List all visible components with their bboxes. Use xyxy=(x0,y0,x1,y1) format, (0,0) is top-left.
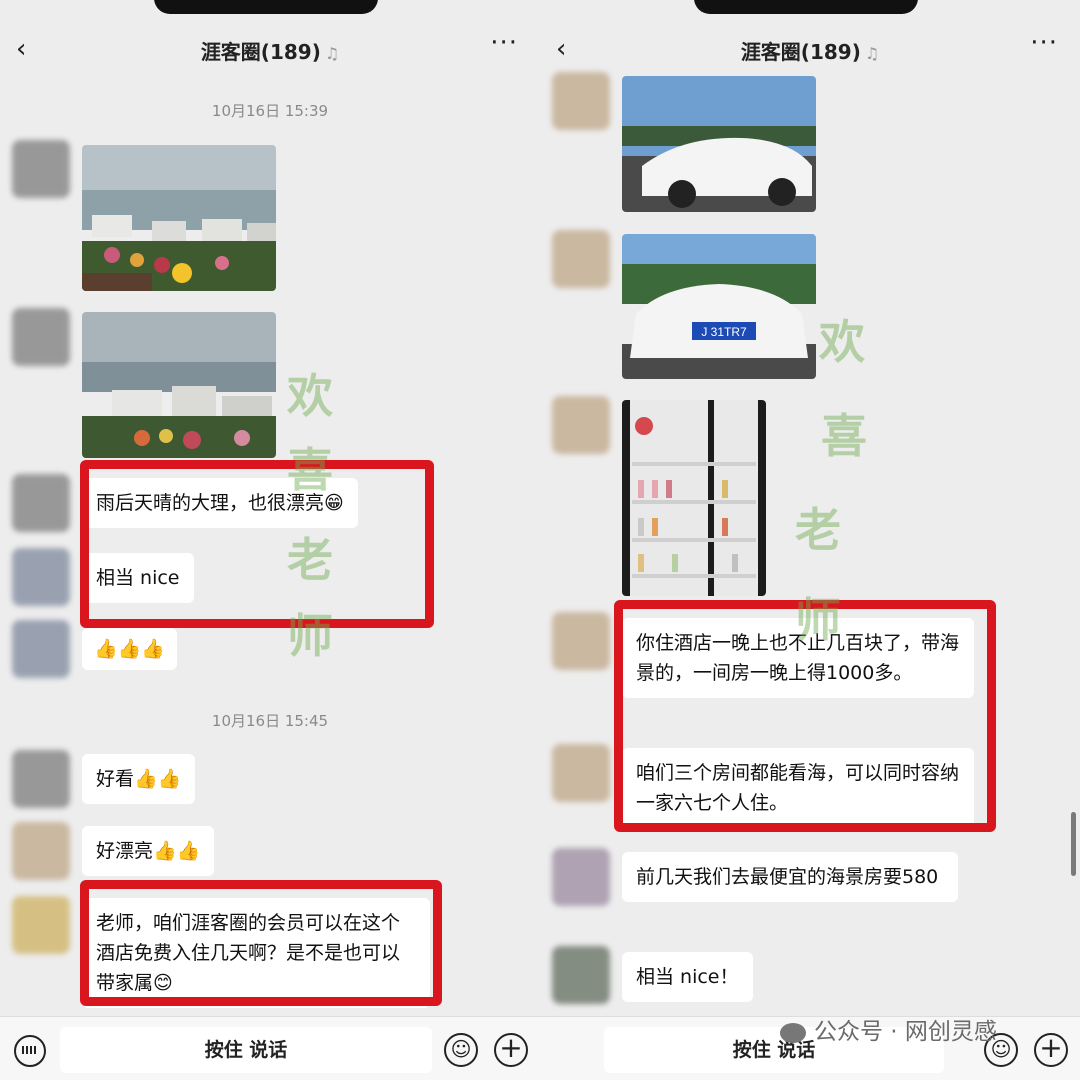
lake-photo xyxy=(82,312,276,458)
mute-icon: ♫ xyxy=(864,44,880,63)
avatar[interactable] xyxy=(552,744,610,802)
image-message-car-front[interactable]: J 31TR7 xyxy=(622,234,816,379)
more-icon[interactable]: ··· xyxy=(1030,30,1058,56)
lake-photo xyxy=(82,145,276,291)
car-photo xyxy=(622,76,816,212)
avatar[interactable] xyxy=(552,72,610,130)
chat-title: 涯客圈(189) ♫ xyxy=(0,36,540,65)
plus-icon[interactable]: + xyxy=(1034,1033,1068,1067)
highlight-box xyxy=(80,460,434,628)
chat-header: ‹ 涯客圈(189) ♫ ··· xyxy=(540,18,1080,80)
avatar[interactable] xyxy=(12,896,70,954)
watermark-char: 欢 xyxy=(819,315,865,369)
watermark-char: 老 xyxy=(795,503,841,557)
left-chat-panel: ‹ 涯客圈(189) ♫ ··· 10月16日 15:39 雨后天晴的大理，也很… xyxy=(0,0,540,1080)
chat-title: 涯客圈(189) ♫ xyxy=(540,36,1080,65)
message-bubble[interactable]: 👍👍👍 xyxy=(82,628,177,670)
watermark-char: 喜 xyxy=(821,409,867,463)
image-message-lake-flowers[interactable] xyxy=(82,145,276,291)
watermark-char: 喜 xyxy=(287,443,333,497)
avatar[interactable] xyxy=(552,230,610,288)
avatar[interactable] xyxy=(12,750,70,808)
timestamp: 10月16日 15:45 xyxy=(211,712,329,730)
watermark-char: 师 xyxy=(287,609,333,663)
status-notch xyxy=(154,0,378,14)
hold-to-talk-button[interactable]: 按住 说话 xyxy=(60,1027,432,1073)
chat-title-text: 涯客圈(189) xyxy=(740,40,861,64)
message-bubble[interactable]: 好看👍👍 xyxy=(82,754,196,804)
watermark-char: 老 xyxy=(287,533,333,587)
plate-text: J 31TR7 xyxy=(701,325,747,339)
input-bar: 按住 说话 ☺ + xyxy=(0,1016,540,1080)
message-bubble[interactable]: 相当 nice！ xyxy=(622,952,753,1002)
avatar[interactable] xyxy=(12,474,70,532)
avatar[interactable] xyxy=(12,308,70,366)
image-message-fridge[interactable] xyxy=(622,400,766,596)
right-chat-panel: ‹ 涯客圈(189) ♫ ··· J 31TR7 你住酒店一晚上也不止几百块了，… xyxy=(540,0,1080,1080)
message-bubble[interactable]: 前几天我们去最便宜的海景房要580 xyxy=(622,852,958,902)
screenshot-collage: ‹ 涯客圈(189) ♫ ··· 10月16日 15:39 雨后天晴的大理，也很… xyxy=(0,0,1080,1080)
avatar[interactable] xyxy=(12,822,70,880)
brand-text: 公众号 · 网创灵感 xyxy=(814,1019,997,1045)
emoji-icon[interactable]: ☺ xyxy=(444,1033,478,1067)
chat-header: ‹ 涯客圈(189) ♫ ··· xyxy=(0,18,540,80)
avatar[interactable] xyxy=(12,620,70,678)
scrollbar[interactable] xyxy=(1071,812,1076,876)
avatar[interactable] xyxy=(552,848,610,906)
wechat-icon xyxy=(780,1022,806,1043)
image-message-lake-houses[interactable] xyxy=(82,312,276,458)
brand-watermark: 公众号 · 网创灵感 xyxy=(780,1012,997,1046)
status-notch xyxy=(694,0,918,14)
avatar[interactable] xyxy=(552,612,610,670)
keyboard-icon[interactable] xyxy=(14,1035,46,1067)
chat-title-text: 涯客圈(189) xyxy=(200,40,321,64)
avatar[interactable] xyxy=(12,140,70,198)
plus-icon[interactable]: + xyxy=(494,1033,528,1067)
image-message-car-side[interactable] xyxy=(622,76,816,212)
mute-icon: ♫ xyxy=(324,44,340,63)
highlight-box xyxy=(80,880,442,1006)
more-icon[interactable]: ··· xyxy=(490,30,518,56)
watermark-char: 欢 xyxy=(287,369,333,423)
timestamp: 10月16日 15:39 xyxy=(211,102,329,120)
avatar[interactable] xyxy=(12,548,70,606)
fridge-photo xyxy=(622,400,766,596)
avatar[interactable] xyxy=(552,946,610,1004)
avatar[interactable] xyxy=(552,396,610,454)
watermark-char: 师 xyxy=(795,593,841,647)
car-photo: J 31TR7 xyxy=(622,234,816,379)
message-bubble[interactable]: 好漂亮👍👍 xyxy=(82,826,215,876)
